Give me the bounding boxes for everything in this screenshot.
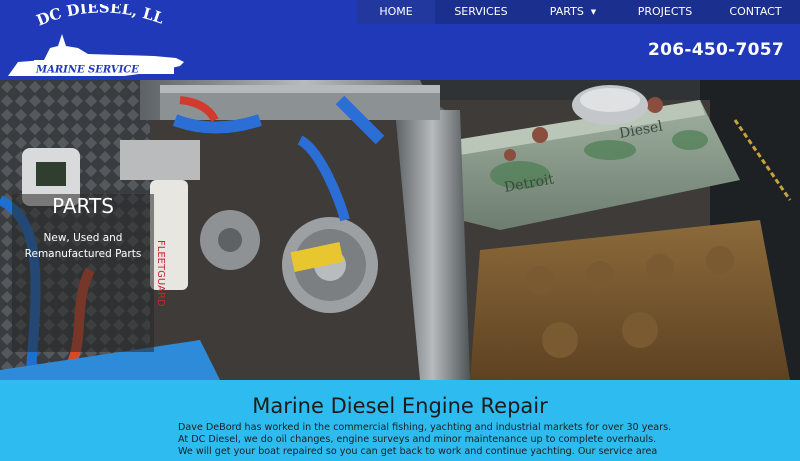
- nav-projects-label: PROJECTS: [637, 5, 693, 18]
- parts-subtitle-line2: Remanufactured Parts: [24, 248, 142, 260]
- nav-services-label: SERVICES: [454, 5, 508, 18]
- intro-section: Marine Diesel Engine Repair Dave DeBord …: [0, 380, 800, 461]
- hero-image: Diesel Detroit FLEETGUARD PARTS New, Use…: [0, 80, 800, 380]
- parts-card-subtitle: New, Used and Remanufactured Parts: [12, 230, 154, 262]
- svg-text:DC DIESEL, LLC: DC DIESEL, LLC: [4, 4, 167, 30]
- nav-contact[interactable]: CONTACT: [711, 0, 800, 24]
- section-title: Marine Diesel Engine Repair: [252, 394, 548, 418]
- caret-down-icon: ▼: [590, 8, 597, 16]
- site-header: DC DIESEL, LLC MARINE SERVICE HOME SERVI…: [0, 0, 800, 80]
- svg-text:FLEETGUARD: FLEETGUARD: [155, 240, 166, 307]
- main-nav: HOME SERVICES PARTS ▼ PROJECTS CONTACT: [357, 0, 800, 24]
- nav-home-label: HOME: [379, 5, 413, 18]
- nav-services[interactable]: SERVICES: [435, 0, 527, 24]
- nav-contact-label: CONTACT: [729, 5, 782, 18]
- logo-tagline: MARINE SERVICE: [35, 65, 139, 76]
- nav-projects[interactable]: PROJECTS: [619, 0, 711, 24]
- nav-parts-label: PARTS: [549, 5, 584, 18]
- intro-line: Dave DeBord has worked in the commercial…: [178, 422, 672, 433]
- parts-card-title: PARTS: [52, 194, 114, 218]
- intro-line: We will get your boat repaired so you ca…: [178, 446, 658, 458]
- parts-subtitle-line1: New, Used and: [43, 232, 123, 244]
- dc-diesel-logo[interactable]: DC DIESEL, LLC MARINE SERVICE: [4, 4, 189, 80]
- intro-line: At DC Diesel, we do oil changes, engine …: [178, 434, 657, 446]
- nav-parts[interactable]: PARTS ▼: [527, 0, 619, 24]
- parts-card[interactable]: PARTS New, Used and Remanufactured Parts: [12, 194, 154, 352]
- phone-number[interactable]: 206-450-7057: [648, 40, 784, 60]
- intro-text: Dave DeBord has worked in the commercial…: [178, 422, 672, 459]
- nav-home[interactable]: HOME: [357, 0, 435, 24]
